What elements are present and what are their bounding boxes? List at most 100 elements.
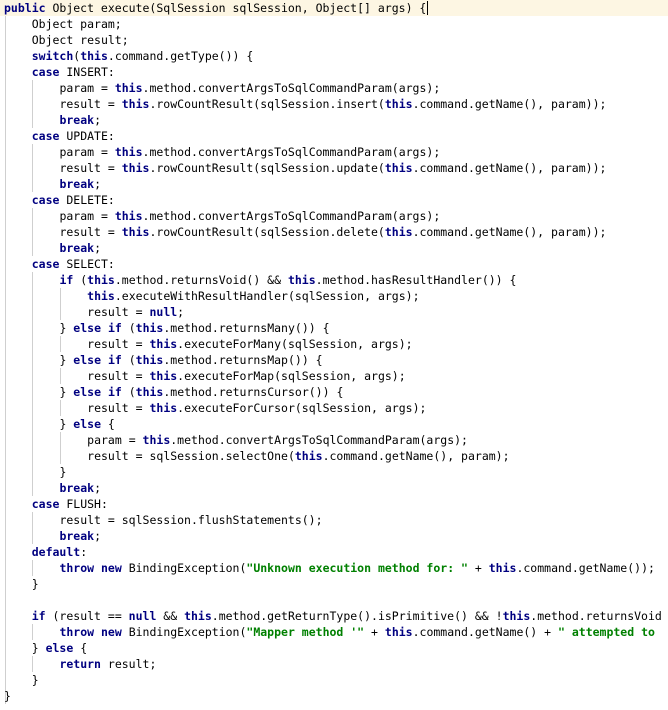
code-line[interactable]: return result; xyxy=(0,656,668,672)
code-line[interactable]: if (result == null && this.method.getRet… xyxy=(0,608,668,624)
code-line-text: } else if (this.method.returnsMap()) { xyxy=(0,352,323,368)
token-kw: throw xyxy=(59,625,95,639)
code-line[interactable]: } xyxy=(0,576,668,592)
code-line[interactable]: result = sqlSession.selectOne(this.comma… xyxy=(0,448,668,464)
code-line[interactable]: } else { xyxy=(0,640,668,656)
code-line[interactable]: result = this.executeForCursor(sqlSessio… xyxy=(0,400,668,416)
token-pl: result = xyxy=(59,161,122,175)
token-pl: .executeForCursor(sqlSession, args); xyxy=(177,401,427,415)
token-pl: ; xyxy=(94,241,101,255)
token-str: " attempted to xyxy=(558,625,655,639)
token-pl: ; xyxy=(94,481,101,495)
code-line[interactable]: switch(this.command.getType()) { xyxy=(0,48,668,64)
code-line[interactable]: if (this.method.returnsVoid() && this.me… xyxy=(0,272,668,288)
token-this: this xyxy=(287,273,316,287)
code-line[interactable]: param = this.method.convertArgsToSqlComm… xyxy=(0,208,668,224)
code-line[interactable] xyxy=(0,592,668,608)
code-line[interactable]: break; xyxy=(0,176,668,192)
token-this: this xyxy=(121,225,150,239)
code-line[interactable]: Object result; xyxy=(0,32,668,48)
code-line[interactable]: result = this.executeForMap(sqlSession, … xyxy=(0,368,668,384)
token-kw: break xyxy=(59,177,95,191)
token-kw: case xyxy=(31,129,60,143)
token-pl: + xyxy=(467,561,489,575)
token-pl: result = xyxy=(87,337,150,351)
code-line-text: case DELETE: xyxy=(0,192,115,208)
code-line[interactable]: default: xyxy=(0,544,668,560)
token-kw: if xyxy=(31,609,46,623)
token-kw: break xyxy=(59,241,95,255)
code-line-text: result = null; xyxy=(0,304,184,320)
code-line-text: break; xyxy=(0,528,101,544)
code-line[interactable]: } else { xyxy=(0,416,668,432)
token-kw: switch xyxy=(31,49,74,63)
code-line[interactable]: case INSERT: xyxy=(0,64,668,80)
code-line[interactable]: throw new BindingException("Unknown exec… xyxy=(0,560,668,576)
code-line[interactable]: throw new BindingException("Mapper metho… xyxy=(0,624,668,640)
code-line-text: break; xyxy=(0,112,101,128)
code-line[interactable]: param = this.method.convertArgsToSqlComm… xyxy=(0,432,668,448)
code-line[interactable]: break; xyxy=(0,112,668,128)
token-pl: ( xyxy=(121,385,136,399)
token-pl: .command.getType()) { xyxy=(107,49,254,63)
token-this: this xyxy=(294,449,323,463)
code-editor-viewport[interactable]: public Object execute(SqlSession sqlSess… xyxy=(0,0,668,710)
token-pl: .method.returnsVoid() && xyxy=(114,273,288,287)
code-line[interactable]: result = this.rowCountResult(sqlSession.… xyxy=(0,160,668,176)
token-kw: case xyxy=(31,257,60,271)
token-pl: param = xyxy=(59,81,115,95)
code-line[interactable]: result = this.rowCountResult(sqlSession.… xyxy=(0,96,668,112)
code-line[interactable]: break; xyxy=(0,480,668,496)
code-line-text: result = sqlSession.selectOne(this.comma… xyxy=(0,448,509,464)
code-line[interactable]: case FLUSH: xyxy=(0,496,668,512)
token-pl: DELETE: xyxy=(59,193,115,207)
code-line[interactable]: } else if (this.method.returnsMap()) { xyxy=(0,352,668,368)
code-line[interactable]: case DELETE: xyxy=(0,192,668,208)
token-pl: .command.getName(), param)); xyxy=(412,161,607,175)
code-line[interactable]: public Object execute(SqlSession sqlSess… xyxy=(0,0,668,16)
code-line[interactable]: } else if (this.method.returnsCursor()) … xyxy=(0,384,668,400)
token-pl: } xyxy=(31,673,39,687)
token-this: this xyxy=(384,97,413,111)
token-this: this xyxy=(488,561,517,575)
token-this: this xyxy=(121,97,150,111)
code-line-text: result = this.rowCountResult(sqlSession.… xyxy=(0,224,606,240)
code-line[interactable]: param = this.method.convertArgsToSqlComm… xyxy=(0,80,668,96)
code-line[interactable]: result = sqlSession.flushStatements(); xyxy=(0,512,668,528)
token-pl: } xyxy=(31,577,39,591)
code-line[interactable]: case SELECT: xyxy=(0,256,668,272)
code-line[interactable]: this.executeWithResultHandler(sqlSession… xyxy=(0,288,668,304)
code-line[interactable]: } else if (this.method.returnsMany()) { xyxy=(0,320,668,336)
token-pl: ( xyxy=(121,321,136,335)
code-line[interactable]: result = this.rowCountResult(sqlSession.… xyxy=(0,224,668,240)
code-line-text: result = sqlSession.flushStatements(); xyxy=(0,512,322,528)
code-line[interactable]: result = this.executeForMany(sqlSession,… xyxy=(0,336,668,352)
code-line[interactable]: break; xyxy=(0,240,668,256)
token-pl: .method.returnsMap()) { xyxy=(163,353,323,367)
code-line[interactable]: case UPDATE: xyxy=(0,128,668,144)
code-line[interactable]: Object param; xyxy=(0,16,668,32)
token-pl: .command.getName() + xyxy=(412,625,558,639)
token-kw: case xyxy=(31,193,60,207)
token-pl: result = sqlSession.selectOne( xyxy=(87,449,295,463)
token-pl: } xyxy=(31,641,46,655)
token-pl: } xyxy=(59,321,74,335)
token-this: this xyxy=(80,49,108,63)
code-lines-container[interactable]: public Object execute(SqlSession sqlSess… xyxy=(0,0,668,704)
code-line[interactable]: param = this.method.convertArgsToSqlComm… xyxy=(0,144,668,160)
code-line[interactable]: result = null; xyxy=(0,304,668,320)
code-line[interactable]: } xyxy=(0,464,668,480)
code-line[interactable]: break; xyxy=(0,528,668,544)
token-kw: else xyxy=(73,321,101,335)
token-str: "Unknown execution method for: " xyxy=(246,561,468,575)
token-pl: .rowCountResult(sqlSession.update( xyxy=(149,161,385,175)
code-line[interactable]: } xyxy=(0,688,668,704)
code-line-text: param = this.method.convertArgsToSqlComm… xyxy=(0,208,440,224)
token-this: this xyxy=(184,609,212,623)
token-pl: { xyxy=(73,641,88,655)
code-line[interactable]: } xyxy=(0,672,668,688)
token-kw: break xyxy=(59,113,95,127)
token-pl: } xyxy=(59,465,67,479)
